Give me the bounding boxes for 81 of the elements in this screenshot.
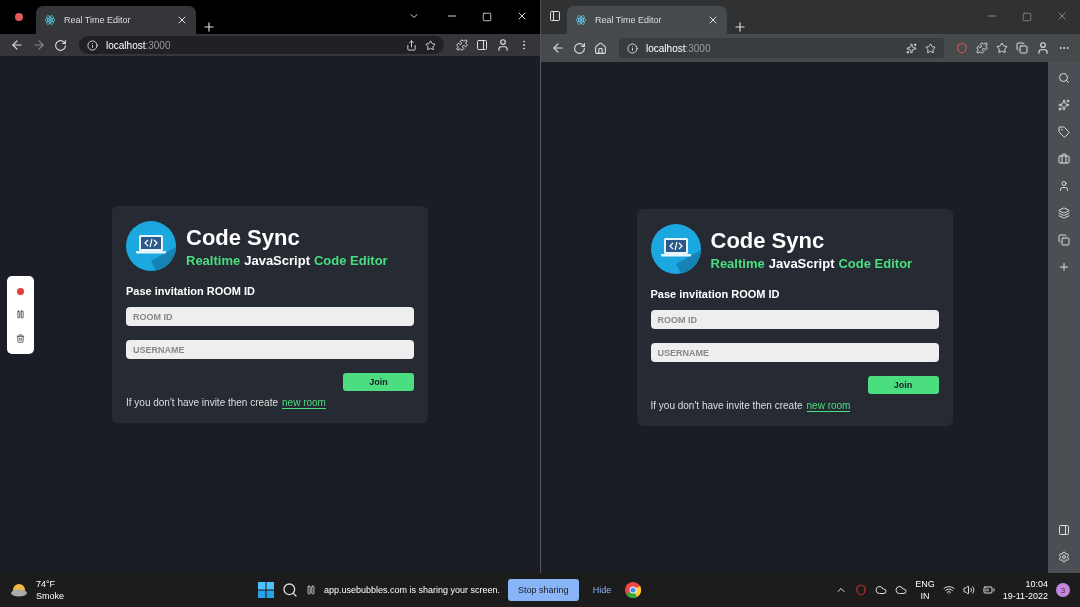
input-field[interactable]: USERNAME (650, 343, 939, 362)
app-subtitle: Code Editor (313, 252, 388, 268)
react-logo-icon (575, 14, 587, 26)
record-icon[interactable] (17, 287, 24, 295)
room-id-label: Pase invitation ROOM ID (126, 285, 256, 297)
tag-icon[interactable] (1058, 126, 1070, 138)
react-logo-icon (44, 14, 56, 26)
add-icon[interactable] (1058, 261, 1070, 273)
profile-icon[interactable] (496, 38, 510, 52)
weather-condition: Smoke (36, 590, 64, 602)
new-tab-icon[interactable] (202, 20, 216, 34)
close-icon[interactable] (516, 10, 528, 22)
address-bar[interactable]: localhost:3000 (79, 36, 444, 54)
notification-badge[interactable]: 3 (1056, 583, 1070, 597)
input-field[interactable]: USERNAME (126, 340, 414, 359)
app-subtitle: Code Editor (838, 255, 913, 271)
join-button[interactable]: Join (343, 373, 414, 391)
language: ENG (915, 578, 935, 590)
invite-hint: If you don't have invite then create (650, 400, 803, 412)
join-button[interactable]: Join (867, 376, 939, 394)
new-room-link[interactable]: new room (806, 400, 851, 412)
close-icon[interactable] (176, 14, 188, 26)
laptop-logo-icon (126, 221, 176, 271)
new-room-link[interactable]: new room (282, 397, 326, 409)
new-tab-icon[interactable] (733, 20, 747, 34)
battery-icon[interactable] (982, 584, 995, 596)
favorites-icon[interactable] (996, 42, 1008, 54)
clock-time: 10:04 (1025, 578, 1048, 590)
add-favorite-icon[interactable] (925, 42, 936, 54)
stop-sharing-button[interactable]: Stop sharing (508, 579, 579, 601)
weather-icon (10, 583, 28, 597)
back-icon[interactable] (10, 38, 24, 52)
home-icon[interactable] (594, 41, 607, 55)
record-icon (14, 12, 24, 22)
back-icon[interactable] (551, 41, 565, 55)
bookmark-icon[interactable] (425, 39, 436, 51)
reload-icon[interactable] (573, 41, 586, 55)
app-title: Code Sync (186, 224, 301, 251)
antivirus-icon[interactable] (855, 584, 868, 596)
windows-start-icon[interactable] (258, 582, 274, 598)
pause-icon[interactable] (16, 309, 25, 319)
app-subtitle: JavaScript (244, 252, 310, 268)
invite-hint: If you don't have invite then create (126, 397, 278, 409)
info-icon (87, 39, 98, 51)
laptop-logo-icon (650, 224, 701, 274)
hide-sidebar-icon[interactable] (1058, 524, 1070, 536)
input-field[interactable]: ROOM ID (650, 310, 939, 329)
sharing-message: app.usebubbles.com is sharing your screen. (324, 585, 501, 595)
room-id-label: Pase invitation ROOM ID (650, 288, 781, 300)
extensions-icon[interactable] (456, 39, 468, 51)
app-subtitle: Realtime (710, 255, 765, 271)
wifi-icon[interactable] (942, 584, 955, 596)
search-icon[interactable] (282, 582, 298, 598)
pause-icon[interactable] (306, 585, 316, 595)
region: IN (920, 590, 930, 602)
extensions-icon[interactable] (976, 42, 988, 54)
profile-icon[interactable] (1036, 41, 1050, 55)
input-field[interactable]: ROOM ID (126, 307, 414, 326)
forward-icon[interactable] (32, 38, 46, 52)
app-title: Code Sync (710, 227, 826, 254)
share-icon[interactable] (406, 39, 417, 51)
cloud-icon[interactable] (875, 584, 888, 596)
reload-icon[interactable] (54, 38, 67, 52)
close-icon[interactable] (707, 14, 719, 26)
chrome-icon[interactable] (625, 582, 642, 598)
delete-icon[interactable] (16, 333, 25, 343)
address-bar[interactable]: localhost:3000 (619, 38, 944, 58)
browser-tab[interactable]: Real Time Editor (567, 6, 727, 34)
temperature: 74°F (36, 578, 56, 590)
hide-button[interactable]: Hide (586, 584, 618, 596)
side-panel-icon[interactable] (476, 39, 488, 51)
briefcase-icon[interactable] (1058, 153, 1070, 165)
volume-icon[interactable] (962, 584, 975, 596)
app-subtitle: JavaScript (768, 255, 835, 271)
app-subtitle: Realtime (186, 252, 241, 268)
info-icon (627, 42, 638, 54)
settings-icon[interactable] (1058, 551, 1070, 563)
browser-tab[interactable]: Real Time Editor (36, 6, 196, 34)
clock-date: 19-11-2022 (1002, 590, 1048, 602)
collections-icon[interactable] (1016, 42, 1028, 54)
tab-actions-icon[interactable] (549, 10, 561, 22)
